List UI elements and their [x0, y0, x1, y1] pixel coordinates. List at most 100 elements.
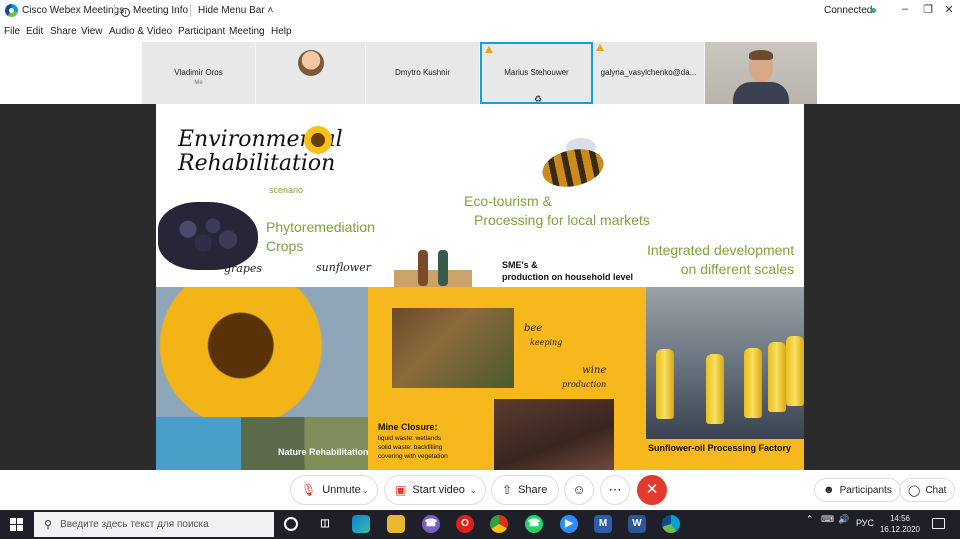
- mine-line1: liquid waste: wetlands: [378, 435, 442, 442]
- zoom-icon[interactable]: ▶: [560, 515, 578, 533]
- participant-tile-avatar[interactable]: [256, 42, 366, 104]
- person-hair: [749, 50, 773, 60]
- video-off-icon: ▣: [395, 483, 407, 497]
- participant-tile-marius[interactable]: Marius Stehouwer ♻: [480, 42, 593, 104]
- menu-share[interactable]: Share: [50, 26, 77, 37]
- divider: [114, 4, 115, 17]
- oil-bottle: [786, 336, 804, 406]
- share-icon: ⇧: [502, 483, 513, 497]
- chat-button[interactable]: ◯ Chat: [899, 478, 956, 502]
- hiker: [438, 250, 448, 286]
- smiley-icon: ☺: [572, 482, 586, 497]
- start-video-button[interactable]: ▣ Start video ⌄: [384, 475, 486, 505]
- person-body: [733, 82, 789, 104]
- word-icon[interactable]: W: [628, 515, 646, 533]
- participant-name: galyna_vasylchenko@da...: [600, 68, 697, 77]
- connection-status-dot-icon: [871, 8, 876, 13]
- menu-participant[interactable]: Participant: [178, 26, 225, 37]
- presentation-slide: Environmental Rehabilitation scenario Ph…: [156, 104, 804, 470]
- participants-label: Participants: [839, 484, 892, 496]
- notifications-icon[interactable]: [932, 518, 945, 529]
- close-icon[interactable]: ✕: [941, 3, 957, 16]
- cortana-icon[interactable]: [284, 517, 298, 531]
- task-view-icon[interactable]: ◫: [316, 515, 334, 533]
- edge-browser-icon[interactable]: [352, 515, 370, 533]
- system-clock[interactable]: 14:56 16.12.2020: [878, 513, 922, 535]
- share-button[interactable]: ⇧ Share: [491, 475, 559, 505]
- chevron-down-icon[interactable]: ⌄: [361, 485, 369, 496]
- start-video-label: Start video: [412, 484, 465, 496]
- bee-image: [538, 143, 608, 193]
- beehives-photo: [392, 308, 514, 388]
- hiker: [418, 250, 428, 286]
- participants-button[interactable]: ☻ Participants: [814, 478, 901, 502]
- chevron-down-icon[interactable]: ⌄: [469, 485, 477, 496]
- oil-bottle: [706, 354, 724, 424]
- end-meeting-button[interactable]: ✕: [637, 475, 667, 505]
- taskbar-search-placeholder: Введите здесь текст для поиска: [60, 519, 209, 530]
- menu-edit[interactable]: Edit: [26, 26, 43, 37]
- phyto-line2: Crops: [266, 238, 304, 254]
- menu-audio-video[interactable]: Audio & Video: [109, 26, 172, 37]
- integrated-line2: on different scales: [680, 261, 795, 277]
- mine-line3: covering with vegetation: [378, 453, 448, 460]
- participant-video[interactable]: [705, 42, 817, 104]
- nature-rehabilitation-photo: [156, 417, 368, 470]
- windows-start-icon[interactable]: [10, 518, 23, 531]
- unmute-label: Unmute: [322, 484, 361, 496]
- participant-tile-vladimir[interactable]: Vladimir Oros Me: [142, 42, 256, 104]
- bee-keeping-caption: bee keeping: [524, 322, 562, 350]
- slide-title-line2: Rehabilitation: [178, 151, 336, 176]
- phytoremediation-heading: Phytoremediation Crops: [266, 218, 375, 256]
- meeting-info-button[interactable]: i Meeting Info: [121, 5, 188, 17]
- menu-file[interactable]: File: [4, 26, 20, 37]
- info-icon: i: [121, 8, 130, 17]
- eco-line1: Eco-tourism &: [464, 193, 552, 209]
- opera-icon[interactable]: O: [456, 515, 474, 533]
- grapes-caption: grapes: [224, 262, 263, 275]
- meeting-controls: 🎙 Unmute ⌄ ▣ Start video ⌄ ⇧ Share ☺ ⋯ ✕…: [0, 470, 960, 510]
- sme-heading: SME's & production on household level: [502, 259, 633, 283]
- shared-content-area: Environmental Rehabilitation scenario Ph…: [0, 104, 960, 470]
- meeting-info-label: Meeting Info: [133, 5, 189, 16]
- unmute-button[interactable]: 🎙 Unmute ⌄: [290, 475, 378, 505]
- document-app-icon[interactable]: M: [594, 515, 612, 533]
- wine-line2: production: [562, 380, 607, 389]
- taskbar-search-box[interactable]: ⚲ Введите здесь текст для поиска: [34, 512, 274, 537]
- menu-bar: File Edit Share View Audio & Video Parti…: [0, 22, 960, 42]
- more-options-button[interactable]: ⋯: [600, 475, 630, 505]
- menu-help[interactable]: Help: [271, 26, 292, 37]
- whatsapp-icon[interactable]: ☎: [525, 515, 543, 533]
- webex-taskbar-icon[interactable]: [662, 515, 680, 533]
- minimize-icon[interactable]: –: [897, 3, 913, 15]
- integrated-line1: Integrated development: [647, 242, 795, 258]
- warning-icon: [596, 44, 604, 51]
- reactions-button[interactable]: ☺: [564, 475, 594, 505]
- oil-bottle: [768, 342, 786, 412]
- chrome-icon[interactable]: [490, 515, 508, 533]
- participant-tile-dmytro[interactable]: Dmytro Kushnir: [366, 42, 480, 104]
- avatar: [298, 50, 324, 76]
- participant-name: Dmytro Kushnir: [394, 68, 451, 77]
- hide-menu-bar-button[interactable]: Hide Menu Bar ˄: [198, 5, 273, 16]
- viber-icon[interactable]: ☎: [422, 515, 440, 533]
- divider: [190, 4, 191, 17]
- sme-line1: SME's &: [502, 260, 538, 270]
- bee-line1: bee: [524, 323, 543, 334]
- volume-icon[interactable]: 🔊: [838, 514, 849, 525]
- phyto-line1: Phytoremediation: [266, 219, 375, 235]
- tray-expand-icon[interactable]: ⌃: [806, 514, 814, 525]
- language-indicator[interactable]: РУС: [856, 518, 874, 528]
- window-titlebar: Cisco Webex Meetings i Meeting Info Hide …: [0, 0, 960, 22]
- menu-view[interactable]: View: [81, 26, 103, 37]
- participant-strip: Vladimir Oros Me Dmytro Kushnir Marius S…: [0, 42, 960, 104]
- eco-tourism-heading: Eco-tourism & Processing for local marke…: [464, 192, 650, 230]
- restore-icon[interactable]: ❐: [920, 3, 936, 16]
- file-explorer-icon[interactable]: [387, 515, 405, 533]
- network-icon[interactable]: ⌨: [821, 514, 834, 525]
- sunflower-image: [304, 126, 332, 154]
- menu-meeting[interactable]: Meeting: [229, 26, 265, 37]
- clock-date: 16.12.2020: [879, 525, 921, 534]
- participant-tile-galyna[interactable]: galyna_vasylchenko@da...: [593, 42, 705, 104]
- participant-name: Vladimir Oros: [174, 68, 223, 77]
